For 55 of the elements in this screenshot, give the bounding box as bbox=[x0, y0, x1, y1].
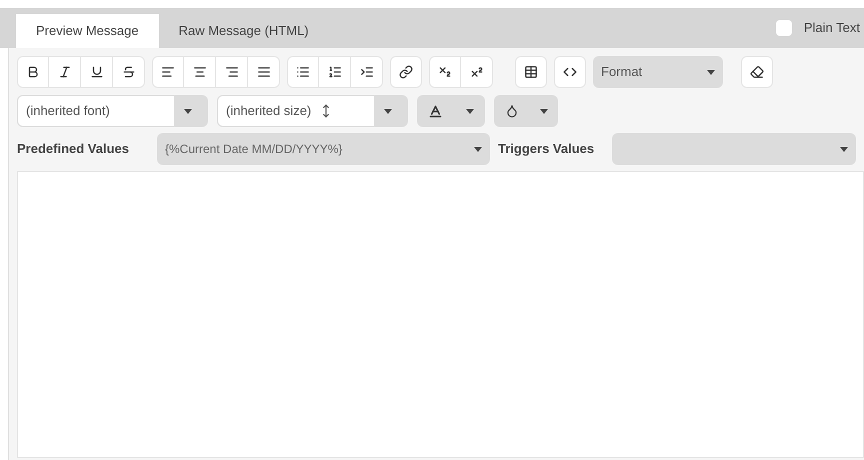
predefined-values-dropdown[interactable]: {%Current Date MM/DD/YYYY%} bbox=[157, 133, 490, 165]
justify-icon bbox=[256, 65, 270, 79]
table-icon bbox=[524, 65, 538, 79]
bullet-list-button[interactable] bbox=[287, 56, 319, 88]
numbered-list-button[interactable] bbox=[319, 56, 351, 88]
table-button[interactable] bbox=[515, 56, 547, 88]
eraser-icon bbox=[750, 65, 764, 79]
bold-icon bbox=[26, 65, 40, 79]
tab[interactable]: Raw Message (HTML) bbox=[158, 14, 329, 48]
format-dropdown[interactable]: Format bbox=[593, 56, 723, 88]
italic-button[interactable] bbox=[49, 56, 81, 88]
align-right-icon bbox=[224, 65, 238, 79]
code-button[interactable] bbox=[554, 56, 586, 88]
caret-icon bbox=[707, 70, 715, 74]
italic-icon bbox=[58, 65, 72, 79]
tab[interactable]: Preview Message bbox=[16, 14, 159, 48]
indent-button[interactable] bbox=[351, 56, 383, 88]
align-center-button[interactable] bbox=[184, 56, 216, 88]
droplet-icon bbox=[504, 104, 518, 118]
caret-icon bbox=[540, 108, 548, 114]
field-label: Triggers Values bbox=[497, 140, 596, 158]
highlight-color-button[interactable] bbox=[494, 95, 558, 127]
align-center-icon bbox=[192, 65, 206, 79]
text-color-icon bbox=[428, 104, 444, 118]
caret-icon bbox=[840, 146, 848, 152]
align-left-icon bbox=[161, 65, 175, 79]
subscript-button[interactable] bbox=[429, 56, 461, 88]
field-label: Predefined Values bbox=[17, 140, 130, 158]
eraser-button[interactable] bbox=[741, 56, 773, 88]
caret-icon bbox=[184, 108, 192, 114]
indent-icon bbox=[360, 65, 374, 79]
checkbox[interactable] bbox=[776, 20, 792, 36]
bold-button[interactable] bbox=[17, 56, 49, 88]
bullet-list-icon bbox=[296, 65, 310, 79]
size-dropdown[interactable]: (inherited size) bbox=[217, 95, 408, 127]
link-icon bbox=[399, 65, 413, 79]
strikethrough-button[interactable] bbox=[113, 56, 145, 88]
justify-button[interactable] bbox=[248, 56, 280, 88]
code-icon bbox=[563, 65, 577, 79]
strikethrough-icon bbox=[122, 65, 136, 79]
numbered-list-icon bbox=[328, 65, 342, 79]
align-left-button[interactable] bbox=[152, 56, 184, 88]
align-right-button[interactable] bbox=[216, 56, 248, 88]
caret-icon bbox=[384, 108, 392, 114]
font-dropdown[interactable]: (inherited font) bbox=[17, 95, 208, 127]
link-button[interactable] bbox=[390, 56, 422, 88]
underline-button[interactable] bbox=[81, 56, 113, 88]
checkbox-label: Plain Text bbox=[804, 19, 860, 38]
subscript-icon bbox=[438, 65, 452, 79]
underline-icon bbox=[90, 65, 104, 79]
caret-icon bbox=[466, 108, 474, 114]
caret-icon bbox=[474, 146, 482, 152]
superscript-icon bbox=[470, 65, 484, 79]
superscript-button[interactable] bbox=[461, 56, 493, 88]
text-color-button[interactable] bbox=[417, 95, 485, 127]
